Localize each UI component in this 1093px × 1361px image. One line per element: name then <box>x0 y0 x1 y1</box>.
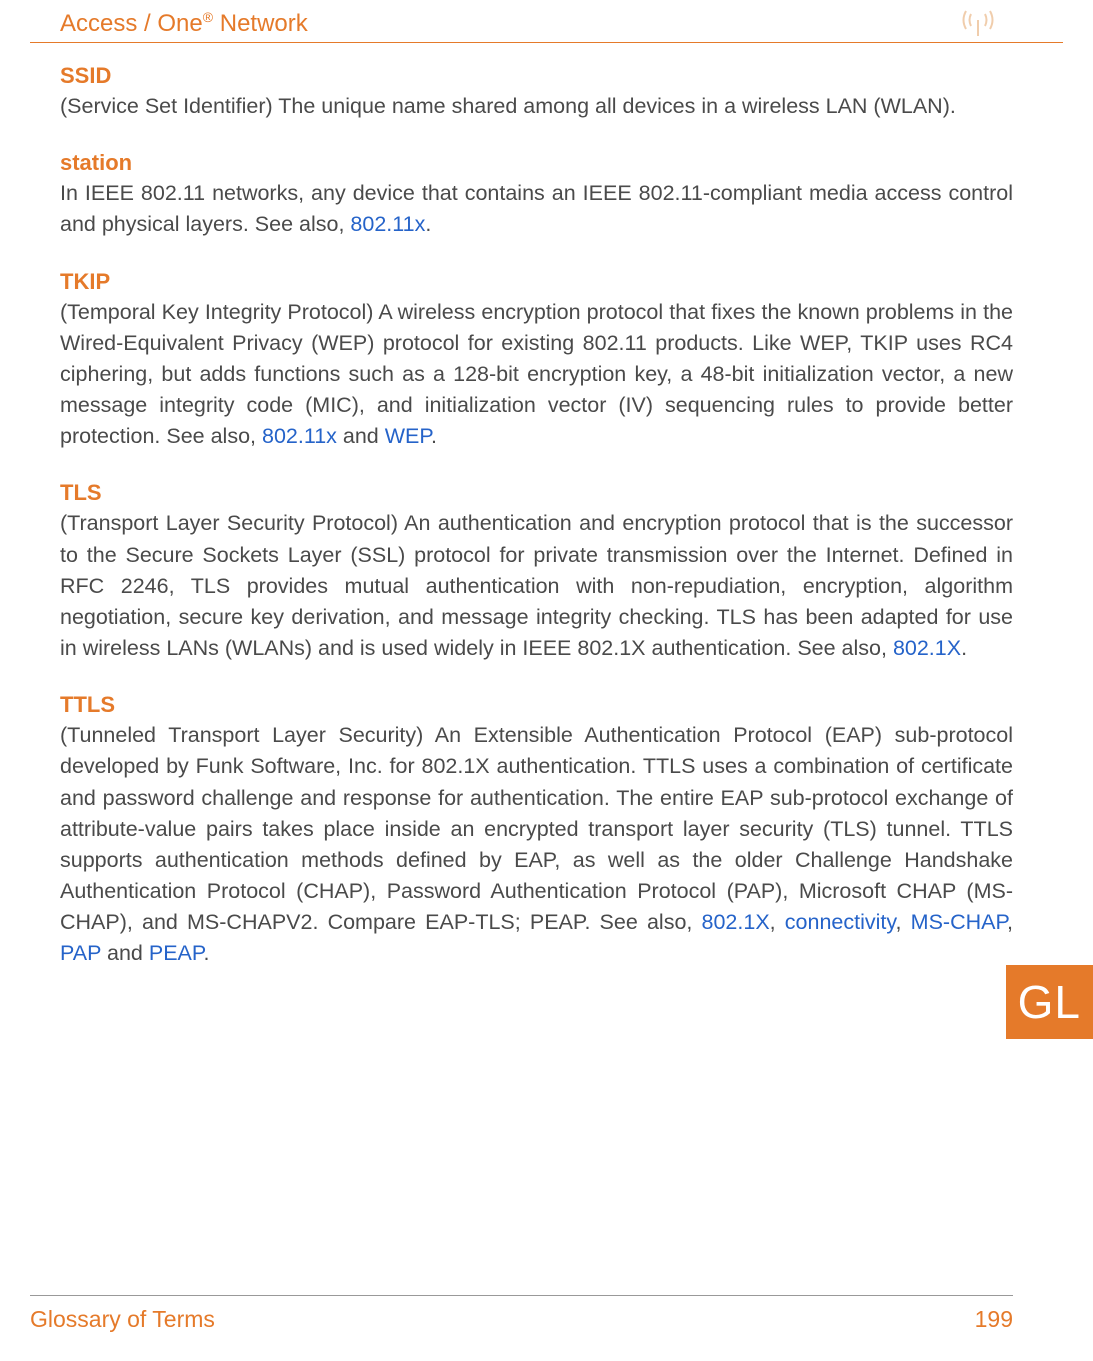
link-peap[interactable]: PEAP <box>149 941 204 965</box>
text: . <box>431 424 437 448</box>
link-connectivity[interactable]: connectivity <box>785 910 896 934</box>
term-ssid: SSID <box>60 63 1013 89</box>
text: , <box>770 910 785 934</box>
link-80211x[interactable]: 802.11x <box>262 424 337 448</box>
link-8021x[interactable]: 802.1X <box>893 636 961 660</box>
term-ttls: TTLS <box>60 692 1013 718</box>
text: (Service Set Identifier) The unique name… <box>60 94 956 118</box>
desc-ttls: (Tunneled Transport Layer Security) An E… <box>60 720 1013 969</box>
link-pap[interactable]: PAP <box>60 941 101 965</box>
link-mschap[interactable]: MS-CHAP <box>911 910 1007 934</box>
text: . <box>425 212 431 236</box>
link-80211x[interactable]: 802.11x <box>350 212 425 236</box>
header-title: Access / One® Network <box>60 9 308 38</box>
page-header: Access / One® Network <box>30 0 1063 43</box>
text: and <box>337 424 385 448</box>
desc-tls: (Transport Layer Security Protocol) An a… <box>60 508 1013 664</box>
text: In IEEE 802.11 networks, any device that… <box>60 181 1013 236</box>
page-number: 199 <box>975 1306 1013 1333</box>
antenna-icon <box>953 8 1003 38</box>
footer-title: Glossary of Terms <box>30 1306 215 1333</box>
link-8021x[interactable]: 802.1X <box>702 910 770 934</box>
content-area: SSID (Service Set Identifier) The unique… <box>0 43 1093 970</box>
term-tkip: TKIP <box>60 269 1013 295</box>
page-footer: Glossary of Terms 199 <box>30 1295 1013 1333</box>
desc-ssid: (Service Set Identifier) The unique name… <box>60 91 1013 122</box>
text: and <box>101 941 149 965</box>
text: , <box>1007 910 1013 934</box>
text: (Transport Layer Security Protocol) An a… <box>60 511 1013 660</box>
term-tls: TLS <box>60 480 1013 506</box>
text: . <box>961 636 967 660</box>
desc-station: In IEEE 802.11 networks, any device that… <box>60 178 1013 240</box>
text: . <box>203 941 209 965</box>
section-tab: GL <box>1006 965 1093 1039</box>
link-wep[interactable]: WEP <box>385 424 431 448</box>
header-title-post: Network <box>213 10 308 37</box>
text: , <box>896 910 911 934</box>
header-title-pre: Access / One <box>60 10 203 37</box>
text: (Temporal Key Integrity Protocol) A wire… <box>60 300 1013 449</box>
text: (Tunneled Transport Layer Security) An E… <box>60 723 1013 934</box>
desc-tkip: (Temporal Key Integrity Protocol) A wire… <box>60 297 1013 453</box>
term-station: station <box>60 150 1013 176</box>
registered-symbol: ® <box>203 9 213 25</box>
